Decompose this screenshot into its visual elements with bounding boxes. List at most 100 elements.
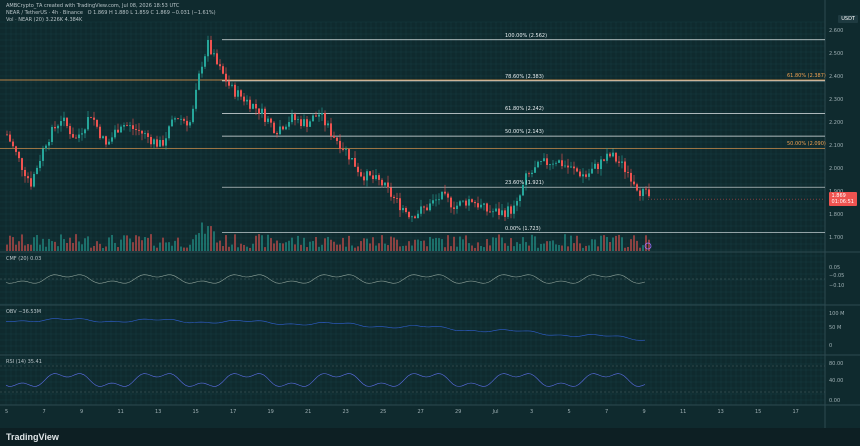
volume-bar	[267, 234, 269, 251]
candle-body	[390, 187, 392, 197]
volume-bar	[378, 243, 380, 251]
candle-body	[402, 207, 404, 211]
candle-body	[183, 118, 185, 121]
volume-bar	[117, 247, 119, 251]
date-tick-label: 9	[80, 409, 84, 415]
symbol-line[interactable]: NEAR / TetherUS · 4h · Binance O 1.869 H…	[6, 10, 219, 17]
candle-body	[48, 142, 50, 146]
obv-title[interactable]: OBV −36.53M	[6, 309, 41, 315]
candle-body	[114, 129, 116, 138]
date-tick-label: 19	[267, 409, 274, 415]
volume-bar	[612, 237, 614, 251]
candle-body	[465, 200, 467, 206]
volume-bar	[36, 235, 38, 251]
candle-body	[153, 139, 155, 145]
candle-body	[150, 137, 152, 145]
volume-bar	[168, 242, 170, 251]
date-tick-label: 7	[42, 409, 46, 415]
volume-bar	[444, 247, 446, 251]
candle-body	[216, 53, 218, 65]
candle-body	[300, 119, 302, 126]
volume-bar	[18, 241, 20, 251]
candle-body	[480, 204, 482, 208]
volume-bar	[66, 242, 68, 251]
candle-body	[81, 133, 83, 135]
rsi-title[interactable]: RSI (14) 35.41	[6, 359, 42, 365]
volume-bar	[225, 235, 227, 251]
candle-body	[18, 151, 20, 159]
candle-body	[543, 158, 545, 162]
candle-body	[393, 196, 395, 199]
candle-body	[264, 108, 266, 122]
volume-bar	[513, 246, 515, 251]
candle-body	[588, 173, 590, 177]
candle-body	[366, 171, 368, 181]
rsi-axis-label: 80.00	[829, 361, 844, 367]
volume-bar	[294, 244, 296, 251]
candle-body	[453, 207, 455, 209]
quote-currency-button[interactable]: USDT	[838, 15, 858, 23]
date-tick-label: 27	[417, 409, 424, 415]
chart-area[interactable]: AMBCrypto_TA created with TradingView.co…	[0, 0, 860, 446]
candle-body	[570, 166, 572, 168]
price-chart-canvas[interactable]	[0, 0, 860, 446]
candle-body	[336, 137, 338, 141]
volume-bar	[585, 245, 587, 251]
volume-bar	[396, 239, 398, 251]
candle-body	[639, 190, 641, 197]
volume-bar	[459, 236, 461, 251]
volume-bar	[603, 235, 605, 251]
candle-body	[438, 199, 440, 201]
candle-body	[135, 128, 137, 130]
volume-bar	[357, 246, 359, 251]
date-tick-label: 9	[642, 409, 646, 415]
volume-bar	[111, 234, 113, 251]
date-tick-label: 29	[455, 409, 462, 415]
cmf-title[interactable]: CMF (20) 0.03	[6, 256, 41, 262]
candle-body	[624, 161, 626, 173]
current-price-badge: 1.869 01:06:51	[828, 192, 857, 206]
candle-body	[417, 213, 419, 219]
volume-bar	[72, 242, 74, 251]
volume-bar	[507, 245, 509, 251]
candle-body	[243, 96, 245, 102]
volume-bar	[102, 247, 104, 251]
volume-bar	[6, 244, 8, 251]
volume-bar	[258, 234, 260, 251]
volume-bar	[273, 243, 275, 251]
volume-bar	[243, 244, 245, 251]
candle-body	[57, 125, 59, 129]
volume-bar	[144, 237, 146, 251]
volume-bar	[636, 240, 638, 251]
candle-body	[426, 207, 428, 211]
candle-body	[642, 188, 644, 197]
candle-body	[516, 201, 518, 206]
symbol-text[interactable]: NEAR / TetherUS · 4h · Binance	[6, 10, 83, 16]
candle-body	[546, 158, 548, 165]
volume-line[interactable]: Vol · NEAR (20) 3.226K 4.384K	[6, 17, 85, 24]
candle-body	[54, 126, 56, 129]
tradingview-logo[interactable]: TradingView	[6, 432, 59, 442]
candle-body	[276, 133, 278, 135]
candle-body	[39, 160, 41, 168]
candle-body	[201, 66, 203, 74]
candle-body	[468, 199, 470, 206]
candle-body	[504, 210, 506, 217]
candle-body	[432, 200, 434, 204]
volume-bar	[261, 235, 263, 251]
candle-body	[159, 140, 161, 147]
footer-bar: TradingView	[0, 428, 860, 446]
candle-body	[324, 113, 326, 126]
cmf-axis-label: −0.10	[829, 283, 845, 289]
candle-body	[522, 184, 524, 196]
candle-body	[285, 126, 287, 130]
candle-body	[204, 56, 206, 67]
volume-bar	[222, 246, 224, 251]
volume-text[interactable]: Vol · NEAR (20) 3.226K 4.384K	[6, 17, 82, 23]
candle-body	[495, 208, 497, 212]
candle-body	[636, 184, 638, 191]
price-tick-label: 2.100	[829, 143, 844, 149]
candle-body	[576, 168, 578, 172]
volume-bar	[9, 235, 11, 251]
volume-bar	[339, 244, 341, 251]
